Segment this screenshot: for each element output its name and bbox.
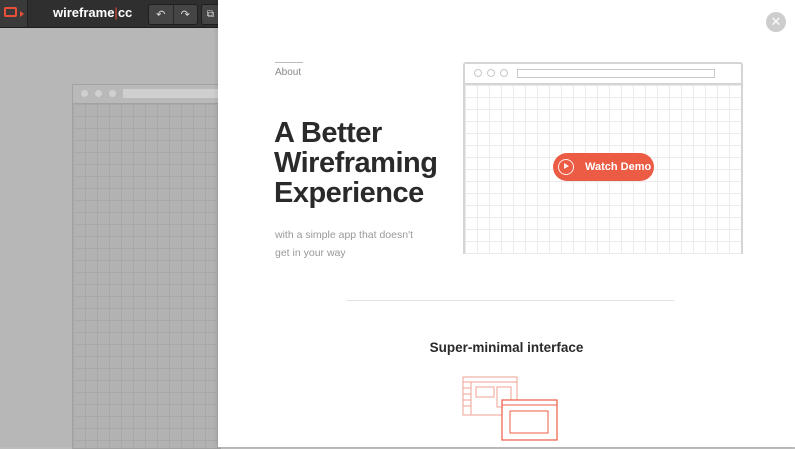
feature-title: Super-minimal interface [429, 340, 584, 355]
mockup-titlebar [465, 64, 741, 85]
watch-demo-label: Watch Demo [585, 161, 652, 173]
history-button-group: ↶ ↷ [148, 4, 198, 25]
hero-subhead: with a simple app that doesn't get in yo… [275, 229, 414, 259]
about-underline [275, 62, 303, 63]
canvas-grid [73, 104, 221, 448]
window-frame-icon[interactable] [0, 0, 28, 27]
hero-headline: A Better Wireframing Experience [274, 117, 438, 209]
undo-icon[interactable]: ↶ [149, 5, 173, 24]
play-icon [558, 159, 574, 175]
welcome-panel: ✕ About A Better Wireframing Experience … [218, 0, 795, 447]
close-icon[interactable]: ✕ [766, 12, 786, 32]
canvas-window-titlebar [73, 85, 221, 104]
app-toolbar: wireframe|cc ↶ ↷ ⧉ [0, 0, 219, 28]
redo-icon[interactable]: ↷ [172, 5, 198, 24]
copy-icon[interactable]: ⧉ [201, 4, 219, 25]
app-brand: wireframe|cc [53, 5, 133, 20]
watch-demo-button[interactable]: Watch Demo [553, 153, 654, 181]
about-link[interactable]: About [275, 67, 301, 78]
canvas-browser-window [72, 84, 221, 449]
section-divider [346, 300, 674, 301]
minimal-interface-icon [462, 376, 558, 441]
